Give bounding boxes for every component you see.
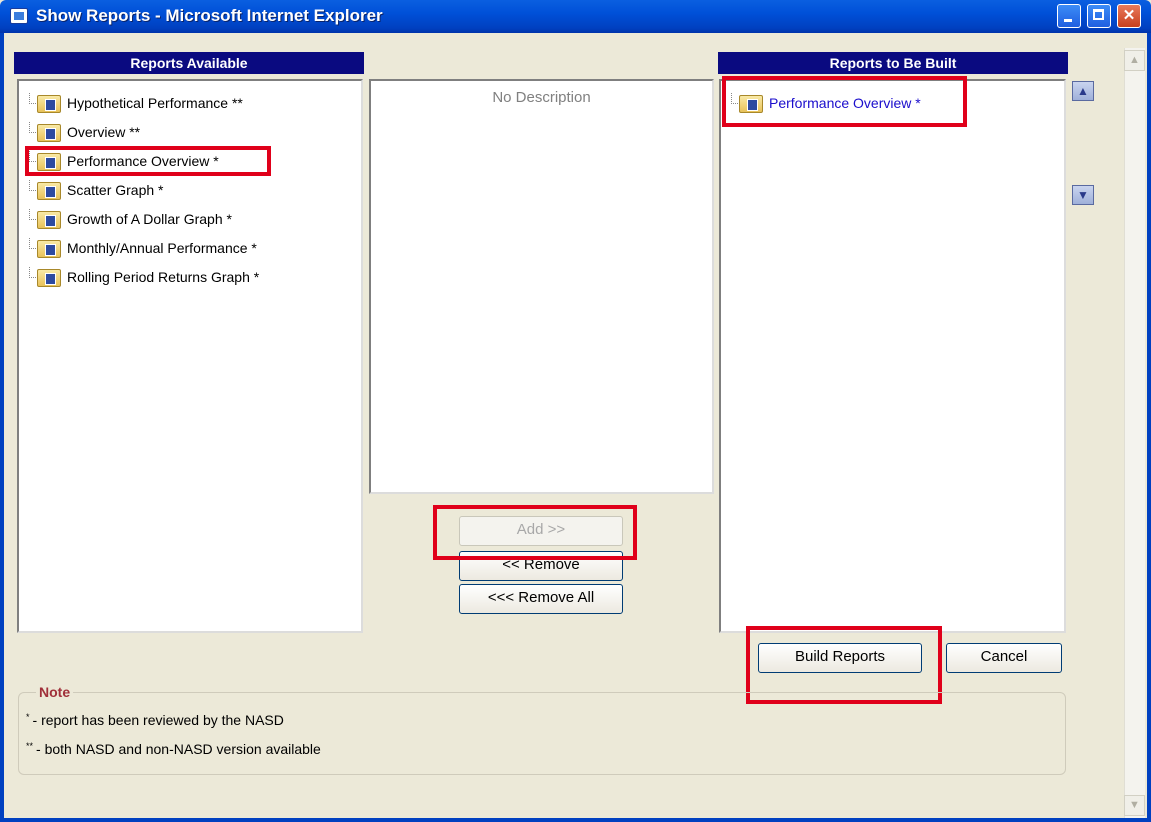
selected-header: Reports to Be Built xyxy=(718,52,1068,74)
available-header: Reports Available xyxy=(14,52,364,74)
report-folder-icon xyxy=(37,269,61,287)
window-title: Show Reports - Microsoft Internet Explor… xyxy=(36,6,383,25)
scroll-up-icon: ▲ xyxy=(1129,54,1140,66)
arrow-down-icon: ▼ xyxy=(1077,188,1089,202)
move-down-button[interactable]: ▼ xyxy=(1072,185,1094,205)
note-text: - report has been reviewed by the NASD xyxy=(32,712,284,728)
report-folder-icon xyxy=(37,182,61,200)
arrow-up-icon: ▲ xyxy=(1077,84,1089,98)
window-frame-right xyxy=(1147,33,1151,822)
tree-line xyxy=(29,238,36,249)
note-mark: * xyxy=(26,712,30,722)
tree-line xyxy=(29,180,36,191)
scroll-down-button[interactable]: ▼ xyxy=(1124,795,1145,816)
close-button[interactable]: ✕ xyxy=(1117,4,1141,28)
minimize-icon xyxy=(1064,19,1072,22)
tree-line xyxy=(29,122,36,133)
list-item-label: Hypothetical Performance ** xyxy=(67,95,243,111)
scroll-up-button[interactable]: ▲ xyxy=(1124,50,1145,71)
note-fieldset xyxy=(18,692,1066,775)
maximize-button[interactable] xyxy=(1087,4,1111,28)
tree-line xyxy=(29,209,36,220)
highlight-selected-item xyxy=(722,76,967,127)
window-frame-bottom xyxy=(0,818,1151,822)
description-box: No Description xyxy=(369,79,714,494)
note-text: - both NASD and non-NASD version availab… xyxy=(36,741,321,757)
selected-list[interactable]: Performance Overview * xyxy=(719,79,1066,633)
report-folder-icon xyxy=(37,124,61,142)
minimize-button[interactable] xyxy=(1057,4,1081,28)
page-scrollbar[interactable] xyxy=(1124,48,1145,818)
scroll-down-icon: ▼ xyxy=(1129,799,1140,811)
list-item-label: Growth of A Dollar Graph * xyxy=(67,211,232,227)
description-text: No Description xyxy=(492,89,591,106)
list-item-label: Overview ** xyxy=(67,124,141,140)
list-item-label: Scatter Graph * xyxy=(67,182,164,198)
note-mark: ** xyxy=(26,741,34,751)
highlight-add-button xyxy=(433,505,637,560)
window-frame-left xyxy=(0,33,4,822)
list-item-label: Monthly/Annual Performance * xyxy=(67,240,257,256)
report-folder-icon xyxy=(37,211,61,229)
tree-line xyxy=(29,267,36,278)
note-line: * - report has been reviewed by the NASD xyxy=(26,712,284,728)
list-item-label: Rolling Period Returns Graph * xyxy=(67,269,260,285)
close-icon: ✕ xyxy=(1122,7,1136,24)
cancel-button[interactable]: Cancel xyxy=(946,643,1062,673)
note-legend: Note xyxy=(36,684,74,700)
report-folder-icon xyxy=(37,240,61,258)
tree-line xyxy=(29,93,36,104)
maximize-icon xyxy=(1093,9,1104,20)
remove-all-button[interactable]: <<< Remove All xyxy=(459,584,623,614)
move-up-button[interactable]: ▲ xyxy=(1072,81,1094,101)
report-folder-icon xyxy=(37,95,61,113)
ie-page-icon xyxy=(10,8,28,24)
highlight-performance-overview xyxy=(25,146,271,176)
note-line: ** - both NASD and non-NASD version avail… xyxy=(26,741,321,757)
